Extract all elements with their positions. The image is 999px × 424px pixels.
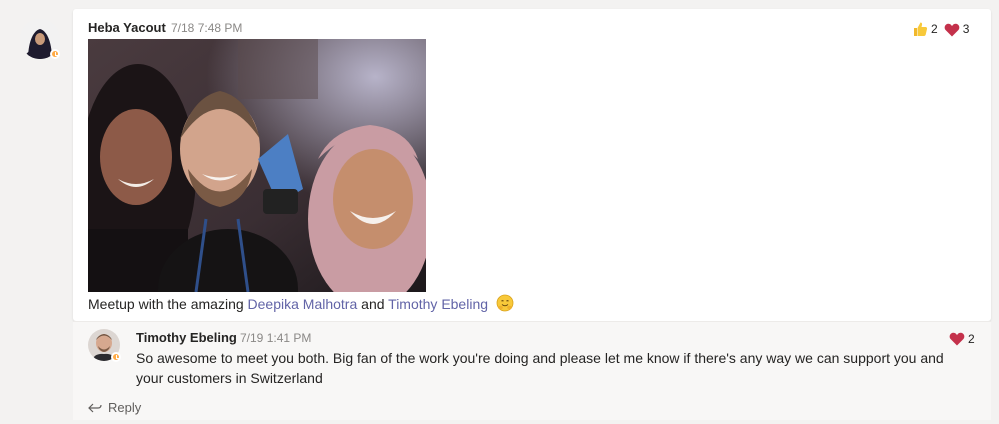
away-status-icon (111, 352, 121, 362)
reply-message: So awesome to meet you both. Big fan of … (136, 350, 944, 386)
reaction-thumbs-up[interactable]: 2 (912, 21, 938, 37)
thumbs-up-icon (914, 22, 928, 36)
mention-timothy[interactable]: Timothy Ebeling (388, 296, 488, 312)
reaction-heart[interactable]: 3 (944, 22, 970, 37)
away-status-icon (50, 49, 60, 59)
mention-deepika[interactable]: Deepika Malhotra (248, 296, 358, 312)
post-author[interactable]: Heba Yacout (88, 20, 166, 35)
reply-reactions: 2 (943, 331, 975, 346)
post-timestamp: 7/18 7:48 PM (171, 21, 243, 35)
hugging-face-icon (496, 294, 514, 312)
message-text: Meetup with the amazing (88, 296, 248, 312)
reply-timestamp: 7/19 1:41 PM (240, 331, 312, 345)
meetup-selfie-image (88, 39, 426, 292)
reply-label: Reply (108, 400, 142, 415)
reply-author[interactable]: Timothy Ebeling (136, 330, 237, 345)
reply-arrow-icon (88, 403, 102, 412)
post-photo[interactable] (88, 39, 426, 292)
thumbs-up-count: 2 (931, 22, 938, 36)
heart-count: 3 (962, 22, 970, 36)
author-avatar[interactable] (20, 19, 60, 59)
reply-author-avatar[interactable] (88, 329, 121, 362)
message-text-and: and (357, 296, 389, 312)
post-message: Meetup with the amazing Deepika Malhotra… (88, 294, 514, 314)
heart-icon (944, 23, 960, 36)
reply-button[interactable]: Reply (88, 400, 141, 415)
heart-icon (949, 332, 965, 346)
heart-count: 2 (968, 331, 975, 346)
post-reactions: 2 3 (906, 21, 969, 37)
reaction-heart[interactable]: 2 (949, 331, 975, 346)
